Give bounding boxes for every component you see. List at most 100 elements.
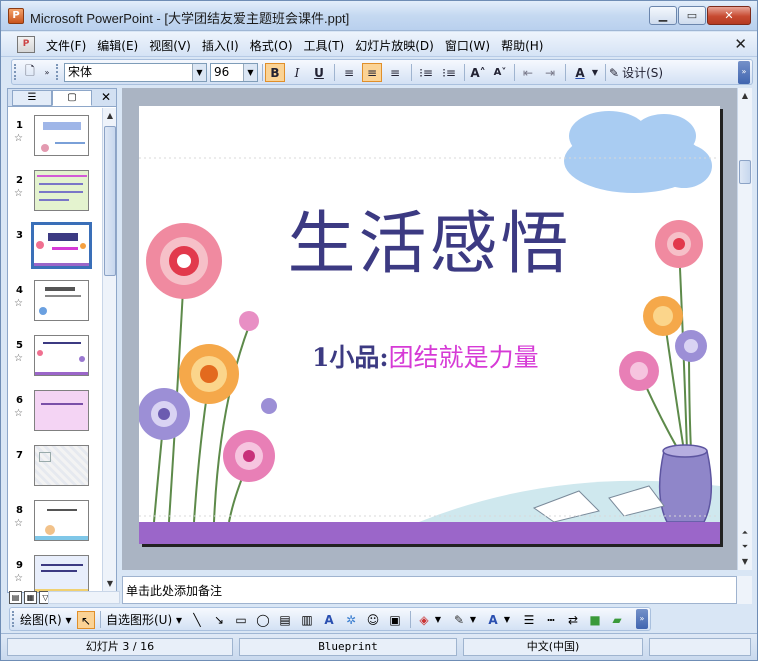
chevron-down-icon[interactable]: ▼ [468,611,478,629]
line-style-icon[interactable]: ☰ [520,611,538,629]
decrease-font-icon[interactable]: A˅ [490,63,510,82]
scroll-thumb[interactable] [739,160,751,184]
formatting-toolbar: 🗋 » 宋体 ▼ 96 ▼ B I U ≡ ≡ ≡ ⁝≡ ⁝≡ A˄ A˅ ⇤ … [11,59,753,85]
scroll-up-icon[interactable]: ▲ [104,109,116,123]
font-color-icon[interactable]: A [570,63,590,82]
design-button[interactable]: ✎ 设计(S) [609,63,679,82]
toolbar-grip[interactable] [14,64,17,80]
font-color-icon[interactable]: A [484,611,502,629]
chevron-down-icon[interactable]: ▼ [433,611,443,629]
toolbar-overflow-icon[interactable]: » [636,609,648,629]
design-template-status[interactable]: Blueprint [239,638,457,656]
select-objects-icon[interactable]: ↖ [77,611,95,629]
font-size-select[interactable]: 96 ▼ [210,63,258,82]
decrease-indent-icon[interactable]: ⇤ [518,63,538,82]
minimize-button[interactable]: ▁ [649,6,677,25]
menu-window[interactable]: 窗口(W) [445,37,498,54]
slide-thumbnail-1[interactable]: 1 ☆ [8,114,101,168]
thumbnail-number: 9 [16,560,23,571]
slide-thumbnail-2[interactable]: 2 ☆ [8,169,101,223]
scroll-down-icon[interactable]: ▼ [739,555,751,569]
line-icon[interactable]: ╲ [188,611,206,629]
chevron-down-icon[interactable]: ▼ [192,64,206,81]
bulleted-list-icon[interactable]: ⁝≡ [439,63,459,82]
new-slide-icon[interactable]: 🗋 [20,63,40,82]
close-button[interactable]: ✕ [707,6,751,25]
horizontal-scrollbar[interactable] [48,591,120,604]
chevron-down-icon[interactable]: ▼ [590,63,600,82]
menu-tools[interactable]: 工具(T) [304,37,353,54]
3d-style-icon[interactable]: ▰ [608,611,626,629]
slide-scrollbar[interactable]: ▲ ⏶ ⏷ ▼ [737,88,752,570]
toolbar-grip[interactable] [12,611,15,627]
textbox-icon[interactable]: ▤ [276,611,294,629]
menu-format[interactable]: 格式(O) [250,37,301,54]
slide-thumbnail-7[interactable]: 7 [8,444,101,498]
slide-title[interactable]: 生活感悟 [139,188,720,287]
toolbar-options-icon[interactable]: » [42,63,52,82]
toolbar-overflow-icon[interactable]: » [738,61,750,84]
menu-file[interactable]: 文件(F) [46,37,94,54]
chevron-down-icon[interactable]: ▼ [502,611,512,629]
scroll-thumb[interactable] [104,126,116,276]
toolbar-grip[interactable] [56,64,59,80]
document-close-button[interactable]: ✕ [734,35,747,53]
menu-view[interactable]: 视图(V) [149,37,199,54]
fill-color-icon[interactable]: ◈ [415,611,433,629]
tab-slides[interactable]: ▢ [52,90,92,106]
tab-outline[interactable]: ☰ [12,90,52,106]
oval-icon[interactable]: ◯ [254,611,272,629]
clipart-icon[interactable]: ☺ [364,611,382,629]
normal-view-icon[interactable]: ▤ [9,591,22,604]
vertical-textbox-icon[interactable]: ▥ [298,611,316,629]
maximize-button[interactable]: ▭ [678,6,706,25]
diagram-icon[interactable]: ✲ [342,611,360,629]
increase-indent-icon[interactable]: ⇥ [540,63,560,82]
slide-thumbnail-4[interactable]: 4 ☆ [8,279,101,333]
font-size-value: 96 [214,65,230,79]
underline-button[interactable]: U [309,63,329,82]
powerpoint-app-icon[interactable]: P [8,8,24,24]
scroll-up-icon[interactable]: ▲ [739,89,751,103]
language-status[interactable]: 中文(中国) [463,638,643,656]
bold-button[interactable]: B [265,63,285,82]
italic-button[interactable]: I [287,63,307,82]
document-icon[interactable]: P [17,36,35,53]
menu-edit[interactable]: 编辑(E) [97,37,146,54]
slide-subtitle[interactable]: 1小品:团结就是力量 [312,338,539,374]
rectangle-icon[interactable]: ▭ [232,611,250,629]
dash-style-icon[interactable]: ┅ [542,611,560,629]
slide-canvas[interactable]: 生活感悟 1小品:团结就是力量 [139,106,720,544]
menu-help[interactable]: 帮助(H) [501,37,551,54]
draw-menu-button[interactable]: 绘图(R) ▾ [20,611,72,629]
slide-thumbnail-9[interactable]: 9 ☆ [8,554,101,592]
thumbnail-scrollbar[interactable]: ▲ ▼ [102,108,116,592]
line-color-icon[interactable]: ✎ [450,611,468,629]
menu-slideshow[interactable]: 幻灯片放映(D) [355,37,442,54]
chevron-down-icon[interactable]: ▼ [243,64,257,81]
align-left-icon[interactable]: ≡ [339,63,359,82]
arrow-style-icon[interactable]: ⇄ [564,611,582,629]
next-slide-icon[interactable]: ⏷ [739,540,751,554]
picture-icon[interactable]: ▣ [386,611,404,629]
align-center-icon[interactable]: ≡ [362,63,382,82]
font-name-select[interactable]: 宋体 ▼ [64,63,207,82]
shadow-style-icon[interactable]: ■ [586,611,604,629]
notes-scrollbar[interactable] [737,576,752,604]
slide-thumbnail-8[interactable]: 8 ☆ [8,499,101,553]
numbered-list-icon[interactable]: ⁝≡ [416,63,436,82]
wordart-icon[interactable]: A [320,611,338,629]
previous-slide-icon[interactable]: ⏶ [739,526,751,540]
increase-font-icon[interactable]: A˄ [468,63,488,82]
align-right-icon[interactable]: ≡ [385,63,405,82]
autoshapes-button[interactable]: 自选图形(U) ▾ [106,611,182,629]
scroll-down-icon[interactable]: ▼ [104,577,116,591]
menu-insert[interactable]: 插入(I) [202,37,247,54]
panel-close-button[interactable]: ✕ [101,90,111,104]
notes-pane[interactable]: 单击此处添加备注 [122,576,737,604]
arrow-icon[interactable]: ↘ [210,611,228,629]
slide-thumbnail-6[interactable]: 6 ☆ [8,389,101,443]
slide-sorter-icon[interactable]: ▦ [24,591,37,604]
slide-thumbnail-3[interactable]: 3 [8,222,101,278]
slide-thumbnail-5[interactable]: 5 ☆ [8,334,101,388]
